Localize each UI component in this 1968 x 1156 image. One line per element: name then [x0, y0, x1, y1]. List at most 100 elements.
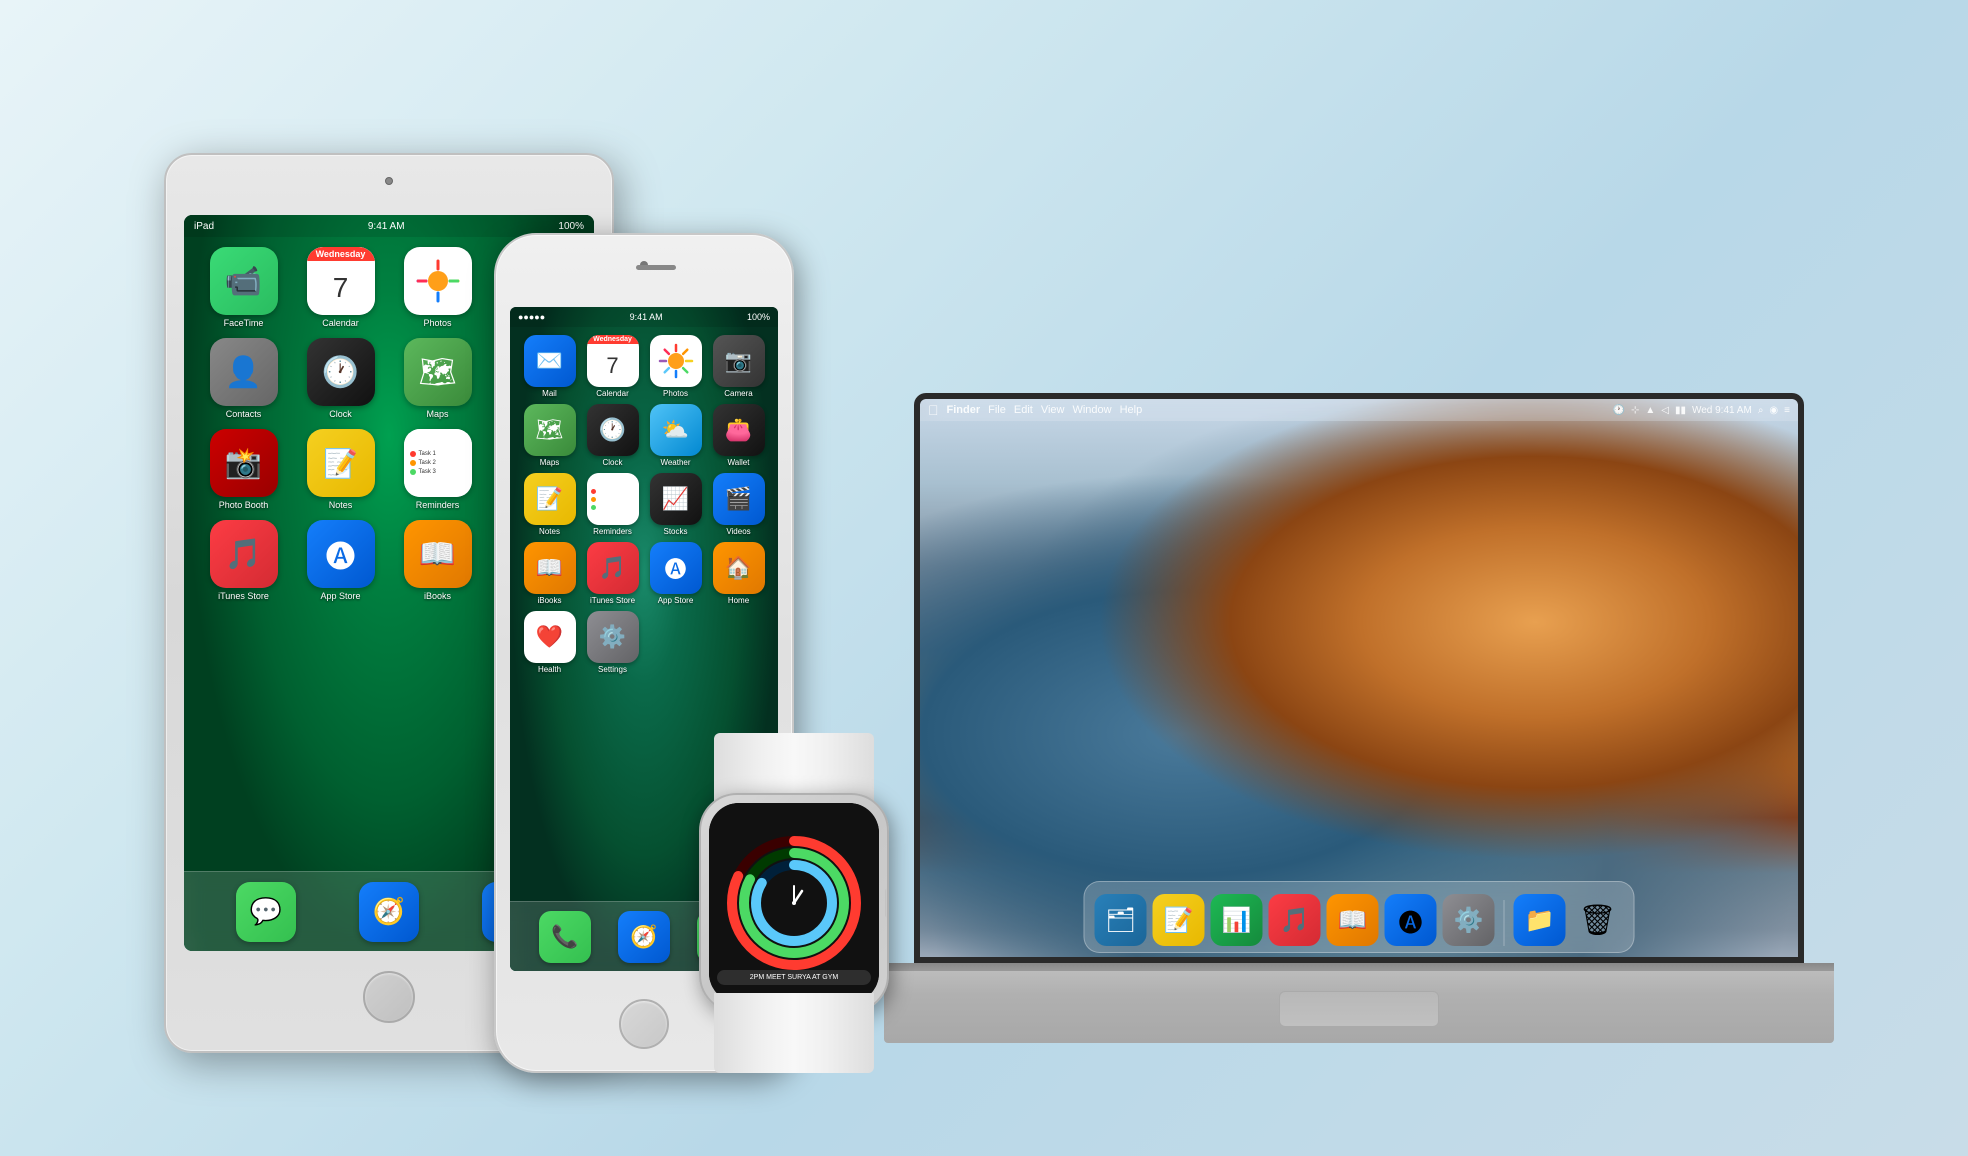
iphone-app-settings[interactable]: ⚙️ Settings — [583, 611, 642, 674]
iphone-app-wallet[interactable]: 👛 Wallet — [709, 404, 768, 467]
dock-icon-finder[interactable]: 🗂 — [1095, 894, 1147, 946]
ipad-itunes-label: iTunes Store — [218, 591, 269, 601]
iphone-dock-safari[interactable]: 🧭 — [618, 911, 670, 963]
iphone-stocks-icon: 📈 — [650, 473, 702, 525]
iphone-app-calendar[interactable]: Wednesday 7 Calendar — [583, 335, 642, 398]
ipad-contacts-label: Contacts — [226, 409, 262, 419]
iphone-app-home[interactable]: 🏠 Home — [709, 542, 768, 605]
watch-body: 2PM MEET SURYA AT GYM — [699, 793, 889, 1013]
macbook-menubar:  Finder File Edit View Window Help 🕐 ⊹ … — [920, 399, 1798, 421]
ipad-app-facetime[interactable]: 📹 FaceTime — [198, 247, 289, 328]
iphone-weather-icon: ⛅ — [650, 404, 702, 456]
macbook-trackpad[interactable] — [1279, 991, 1439, 1027]
menubar-menu-icon[interactable]: ≡ — [1784, 405, 1790, 416]
watch-screen: 2PM MEET SURYA AT GYM — [709, 803, 879, 1003]
ipad-appstore-icon: 🅐 — [307, 520, 375, 588]
iphone-app-photos[interactable]: Photos — [646, 335, 705, 398]
iphone-app-videos[interactable]: 🎬 Videos — [709, 473, 768, 536]
ipad-notes-icon: 📝 — [307, 429, 375, 497]
menubar-edit[interactable]: Edit — [1014, 404, 1033, 416]
iphone-settings-label: Settings — [598, 665, 627, 674]
iphone-statusbar: ●●●●● 9:41 AM 100% — [510, 307, 778, 327]
iphone-mail-label: Mail — [542, 389, 557, 398]
ipad-app-reminders[interactable]: Task 1 Task 2 Task 3 Reminders — [392, 429, 483, 510]
ipad-calendar-icon: Wednesday 7 — [307, 247, 375, 315]
menubar-battery-icon: ▮▮ — [1675, 405, 1686, 416]
ipad-dock-messages[interactable]: 💬 — [236, 882, 296, 942]
iphone-notes-icon: 📝 — [524, 473, 576, 525]
iphone-time: 9:41 AM — [630, 312, 663, 322]
iphone-wallet-label: Wallet — [728, 458, 750, 467]
iphone-home-button[interactable] — [619, 999, 669, 1049]
iphone-camera-label: Camera — [724, 389, 752, 398]
iphone-app-itunes[interactable]: 🎵 iTunes Store — [583, 542, 642, 605]
menubar-window[interactable]: Window — [1072, 404, 1111, 416]
dock-icon-trash[interactable]: 🗑 — [1572, 894, 1624, 946]
iphone-clock-label: Clock — [602, 458, 622, 467]
ipad-app-contacts[interactable]: 👤 Contacts — [198, 338, 289, 419]
menubar-file[interactable]: File — [988, 404, 1006, 416]
ipad-app-itunes[interactable]: 🎵 iTunes Store — [198, 520, 289, 601]
dock-icon-appstore[interactable]: 🅐 — [1385, 894, 1437, 946]
iphone-wallet-icon: 👛 — [713, 404, 765, 456]
iphone-health-label: Health — [538, 665, 561, 674]
ipad-app-appstore[interactable]: 🅐 App Store — [295, 520, 386, 601]
ipad-dock-safari[interactable]: 🧭 — [359, 882, 419, 942]
ipad-app-notes[interactable]: 📝 Notes — [295, 429, 386, 510]
watch-crown[interactable] — [885, 888, 889, 918]
iphone-app-appstore[interactable]: 🅐 App Store — [646, 542, 705, 605]
dock-icon-sysprefs[interactable]: ⚙️ — [1443, 894, 1495, 946]
iphone-home-app-icon: 🏠 — [713, 542, 765, 594]
iphone-app-mail[interactable]: ✉️ Mail — [520, 335, 579, 398]
iphone-dock-phone[interactable]: 📞 — [539, 911, 591, 963]
menubar-view[interactable]: View — [1041, 404, 1065, 416]
ipad-app-clock[interactable]: 🕐 Clock — [295, 338, 386, 419]
ipad-carrier: iPad — [194, 221, 214, 232]
iphone-app-reminders[interactable]: Reminders — [583, 473, 642, 536]
ipad-facetime-icon: 📹 — [210, 247, 278, 315]
iphone-app-notes[interactable]: 📝 Notes — [520, 473, 579, 536]
iphone-app-weather[interactable]: ⛅ Weather — [646, 404, 705, 467]
ipad-reminders-label: Reminders — [416, 500, 460, 510]
ipad-ibooks-label: iBooks — [424, 591, 451, 601]
dock-icon-itunes[interactable]: 🎵 — [1269, 894, 1321, 946]
apple-watch: 2PM MEET SURYA AT GYM — [684, 733, 904, 1073]
iphone-itunes-icon: 🎵 — [587, 542, 639, 594]
iphone-app-camera[interactable]: 📷 Camera — [709, 335, 768, 398]
iphone-mail-icon: ✉️ — [524, 335, 576, 387]
iphone-signal: ●●●●● — [518, 312, 545, 322]
menubar-finder[interactable]: Finder — [947, 404, 981, 416]
ipad-app-maps[interactable]: 🗺 Maps — [392, 338, 483, 419]
iphone-videos-label: Videos — [726, 527, 750, 536]
ipad-home-button[interactable] — [363, 971, 415, 1023]
ipad-app-photobooth[interactable]: 📸 Photo Booth — [198, 429, 289, 510]
menubar-right: 🕐 ⊹ ▲ ◁ ▮▮ Wed 9:41 AM ⌕ ◉ ≡ — [1612, 405, 1790, 416]
iphone-photos-icon — [650, 335, 702, 387]
menubar-help[interactable]: Help — [1120, 404, 1143, 416]
ipad-app-calendar[interactable]: Wednesday 7 Calendar — [295, 247, 386, 328]
macbook-dock: 🗂 📝 📊 🎵 📖 🅐 ⚙️ 📁 🗑 — [1084, 881, 1635, 953]
iphone-app-stocks[interactable]: 📈 Stocks — [646, 473, 705, 536]
iphone-app-ibooks[interactable]: 📖 iBooks — [520, 542, 579, 605]
apple-menu[interactable]:  — [928, 402, 939, 418]
dock-icon-ibooks[interactable]: 📖 — [1327, 894, 1379, 946]
ipad-clock-icon: 🕐 — [307, 338, 375, 406]
ipad-photobooth-label: Photo Booth — [219, 500, 269, 510]
iphone-app-maps[interactable]: 🗺 Maps — [520, 404, 579, 467]
menubar-user-icon[interactable]: ◉ — [1769, 405, 1778, 416]
iphone-speaker — [636, 265, 676, 270]
iphone-calendar-icon: Wednesday 7 — [587, 335, 639, 387]
dock-icon-notes[interactable]: 📝 — [1153, 894, 1205, 946]
dock-icon-folder[interactable]: 📁 — [1514, 894, 1566, 946]
menubar-bluetooth-icon: ⊹ — [1631, 405, 1639, 416]
watch-clock-hands — [769, 878, 819, 928]
iphone-app-health[interactable]: ❤️ Health — [520, 611, 579, 674]
macbook-screen:  Finder File Edit View Window Help 🕐 ⊹ … — [920, 399, 1798, 957]
dock-icon-numbers[interactable]: 📊 — [1211, 894, 1263, 946]
ipad-app-photos[interactable]: Photos — [392, 247, 483, 328]
menubar-search-icon[interactable]: ⌕ — [1758, 405, 1764, 416]
ipad-app-ibooks[interactable]: 📖 iBooks — [392, 520, 483, 601]
menubar-time: Wed 9:41 AM — [1692, 405, 1752, 416]
watch-notification: 2PM MEET SURYA AT GYM — [717, 970, 871, 985]
iphone-app-clock[interactable]: 🕐 Clock — [583, 404, 642, 467]
